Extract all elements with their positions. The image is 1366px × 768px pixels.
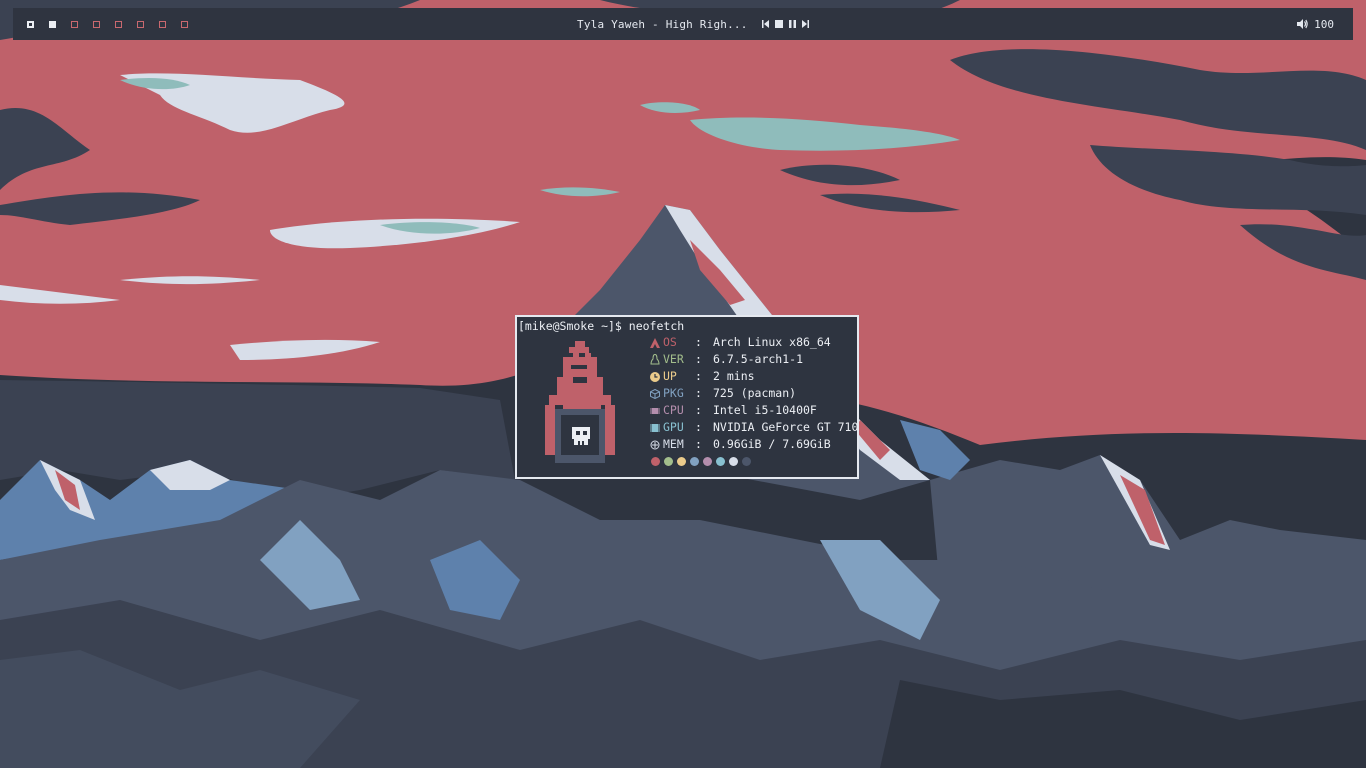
palette-dot: [677, 457, 686, 466]
media-player: Tyla Yaweh - High Righ...: [577, 8, 809, 40]
palette-dot: [651, 457, 660, 466]
gpu-icon: [650, 423, 663, 433]
info-separator: :: [695, 335, 702, 349]
info-separator: :: [695, 369, 702, 383]
info-separator: :: [695, 420, 702, 434]
info-key: UP: [663, 369, 677, 383]
volume-control[interactable]: 100: [1297, 8, 1334, 40]
command-prompt: [mike@Smoke ~]$ neofetch: [518, 319, 685, 333]
stop-button[interactable]: [774, 19, 783, 30]
palette-dot: [703, 457, 712, 466]
info-key: OS: [663, 335, 677, 349]
info-value: 6.7.5-arch1-1: [713, 352, 804, 366]
pause-icon: [788, 19, 796, 28]
volume-level: 100: [1314, 17, 1334, 31]
info-value: Arch Linux x86_64: [713, 335, 831, 349]
terminal-window[interactable]: [mike@Smoke ~]$ neofetch OS: Arch Linux…: [515, 315, 859, 479]
workspace-6[interactable]: [137, 20, 144, 28]
info-key: VER: [663, 352, 684, 366]
workspace-4[interactable]: [93, 20, 100, 28]
info-key: GPU: [663, 420, 684, 434]
palette-dot: [716, 457, 725, 466]
now-playing-title[interactable]: Tyla Yaweh - High Righ...: [577, 18, 748, 31]
memory-icon: [650, 440, 663, 450]
info-packages: PKG : 725 (pacman): [650, 385, 858, 402]
workspace-5[interactable]: [115, 20, 122, 28]
palette-dot: [742, 457, 751, 466]
info-kernel: VER : 6.7.5-arch1-1: [650, 351, 858, 368]
info-key: PKG: [663, 386, 684, 400]
info-key: CPU: [663, 403, 684, 417]
color-palette: [651, 457, 755, 466]
info-separator: :: [695, 386, 702, 400]
top-bar: Tyla Yaweh - High Righ... 100: [13, 8, 1353, 40]
info-value: 2 mins: [713, 369, 755, 383]
workspace-2[interactable]: [49, 20, 56, 28]
info-key: MEM: [663, 437, 684, 451]
stop-icon: [774, 19, 783, 28]
workspace-1[interactable]: [27, 20, 34, 28]
clock-icon: [650, 371, 663, 382]
speaker-icon: [1297, 19, 1308, 29]
pause-button[interactable]: [788, 19, 796, 30]
previous-track-button[interactable]: [761, 19, 769, 30]
info-memory: MEM : 0.96GiB / 7.69GiB: [650, 436, 858, 453]
arch-icon: [650, 337, 663, 348]
info-value: NVIDIA GeForce GT 710: [713, 420, 859, 434]
workspace-3[interactable]: [71, 20, 78, 28]
next-icon: [801, 19, 809, 28]
info-os: OS : Arch Linux x86_64: [650, 334, 858, 351]
palette-dot: [690, 457, 699, 466]
palette-dot: [664, 457, 673, 466]
package-icon: [650, 388, 663, 399]
workspace-7[interactable]: [159, 20, 166, 28]
desktop: Tyla Yaweh - High Righ... 100 [mike@Smok…: [0, 0, 1366, 768]
system-info: OS : Arch Linux x86_64 VER : 6.7.5-arch1…: [650, 334, 858, 453]
palette-dot: [729, 457, 738, 466]
info-value: Intel i5-10400F: [713, 403, 817, 417]
info-separator: :: [695, 403, 702, 417]
info-gpu: GPU : NVIDIA GeForce GT 710: [650, 419, 858, 436]
distro-logo: [545, 341, 615, 463]
info-uptime: UP : 2 mins: [650, 368, 858, 385]
workspace-indicators: [27, 8, 203, 40]
info-cpu: CPU : Intel i5-10400F: [650, 402, 858, 419]
info-value: 0.96GiB / 7.69GiB: [713, 437, 831, 451]
cpu-icon: [650, 406, 663, 416]
info-separator: :: [695, 437, 702, 451]
linux-icon: [650, 354, 663, 365]
info-value: 725 (pacman): [713, 386, 797, 400]
info-separator: :: [695, 352, 702, 366]
workspace-8[interactable]: [181, 20, 188, 28]
next-track-button[interactable]: [801, 19, 809, 30]
previous-icon: [761, 19, 769, 28]
